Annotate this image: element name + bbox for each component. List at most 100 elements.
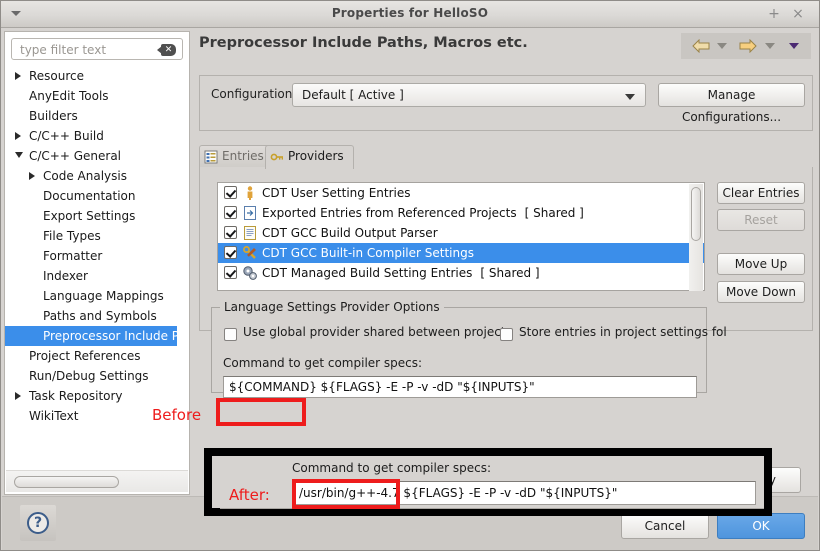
view-menu-chevron-down-icon[interactable] [789, 43, 799, 49]
language-settings-provider-options-group: Language Settings Provider Options Use g… [211, 300, 727, 398]
help-button[interactable]: ? [20, 505, 56, 541]
sidebar-item-label: Language Mappings [43, 289, 164, 303]
chevron-right-icon[interactable] [15, 72, 21, 80]
providers-scrollbar[interactable] [689, 184, 703, 291]
filter-input[interactable]: type filter text ✕ [11, 38, 183, 60]
sidebar-item-label: Project References [29, 349, 141, 363]
provider-checkbox[interactable] [224, 266, 237, 279]
sidebar-item-label: Documentation [43, 189, 136, 203]
provider-shared-badge: [ Shared ] [524, 206, 584, 220]
clear-filter-icon[interactable]: ✕ [157, 44, 176, 56]
sidebar-item-label: Task Repository [29, 389, 123, 403]
configuration-dropdown[interactable]: Default [ Active ] [292, 83, 646, 107]
page-title: Preprocessor Include Paths, Macros etc. [199, 35, 528, 51]
sidebar-item-documentation[interactable]: Documentation [5, 186, 189, 206]
provider-name: CDT User Setting Entries [262, 186, 411, 200]
arrow-right-icon[interactable] [739, 39, 757, 53]
command-input-after[interactable]: /usr/bin/g++-4.7 ${FLAGS} -E -P -v -dD "… [292, 481, 756, 505]
sidebar-item-c-c-general[interactable]: C/C++ General [5, 146, 189, 166]
configuration-label: Configuration: [211, 87, 297, 101]
sidebar-item-paths-and-symbols[interactable]: Paths and Symbols [5, 306, 189, 326]
reset-button[interactable]: Reset [717, 209, 805, 231]
configuration-selected-value: Default [ Active ] [302, 88, 404, 102]
sidebar-item-file-types[interactable]: File Types [5, 226, 189, 246]
sidebar-item-formatter[interactable]: Formatter [5, 246, 189, 266]
chevron-down-icon[interactable] [15, 152, 23, 158]
tree-scroll-thumb[interactable] [14, 476, 119, 488]
tab-entries[interactable]: Entries [199, 145, 274, 168]
sidebar-item-c-c-build[interactable]: C/C++ Build [5, 126, 189, 146]
providers-list[interactable]: CDT User Setting Entries Exported Entries… [217, 182, 705, 291]
after-annotation-label: After: [229, 486, 270, 504]
person-icon [242, 185, 258, 201]
sidebar-item-preprocessor-include-pat[interactable]: Preprocessor Include Pat [5, 326, 189, 346]
store-entries-checkbox[interactable] [500, 328, 513, 341]
providers-icon [270, 150, 284, 164]
question-mark-icon: ? [27, 512, 49, 534]
provider-name: CDT Managed Build Setting Entries [262, 266, 473, 280]
manage-configurations-button[interactable]: Manage Configurations... [658, 83, 805, 124]
close-button[interactable]: × [789, 5, 807, 23]
sidebar-item-anyedit-tools[interactable]: AnyEdit Tools [5, 86, 189, 106]
properties-dialog: Properties for HelloSO + × type filter t… [0, 0, 820, 551]
after-command-label: Command to get compiler specs: [292, 461, 492, 475]
page-nav-toolbar [681, 33, 811, 59]
sidebar-item-language-mappings[interactable]: Language Mappings [5, 286, 189, 306]
provider-row[interactable]: CDT Managed Build Setting Entries [ Share… [218, 263, 704, 283]
cancel-button[interactable]: Cancel [621, 513, 709, 539]
provider-checkbox[interactable] [224, 206, 237, 219]
move-down-button[interactable]: Move Down [717, 281, 805, 303]
command-to-get-compiler-specs-label: Command to get compiler specs: [223, 356, 423, 370]
provider-label: CDT Managed Build Setting Entries [ Share… [262, 263, 540, 283]
arrow-left-icon[interactable] [692, 39, 710, 53]
provider-label: Exported Entries from Referenced Project… [262, 203, 584, 223]
tab-providers[interactable]: Providers [265, 145, 354, 169]
sidebar-item-export-settings[interactable]: Export Settings [5, 206, 189, 226]
clear-entries-button[interactable]: Clear Entries [717, 182, 805, 204]
window-title: Properties for HelloSO [331, 6, 489, 20]
sidebar-item-label: C/C++ Build [29, 129, 104, 143]
sidebar-item-label: Builders [29, 109, 78, 123]
maximize-button[interactable]: + [765, 5, 783, 23]
provider-row[interactable]: CDT GCC Built-in Compiler Settings [218, 243, 704, 263]
sidebar-item-resource[interactable]: Resource [5, 66, 189, 86]
sidebar-item-label: File Types [43, 229, 101, 243]
providers-scroll-thumb[interactable] [691, 187, 701, 241]
use-global-provider-checkbox[interactable] [224, 328, 237, 341]
provider-label: CDT GCC Built-in Compiler Settings [262, 243, 474, 263]
tab-entries-label: Entries [222, 149, 264, 163]
provider-checkbox[interactable] [224, 226, 237, 239]
sidebar-item-task-repository[interactable]: Task Repository [5, 386, 189, 406]
tree-horizontal-scrollbar[interactable] [6, 470, 188, 492]
window-titlebar: Properties for HelloSO + × [1, 1, 819, 28]
provider-name: Exported Entries from Referenced Project… [262, 206, 517, 220]
chevron-down-icon [625, 94, 635, 100]
chevron-right-icon[interactable] [29, 172, 35, 180]
provider-row[interactable]: Exported Entries from Referenced Project… [218, 203, 704, 223]
configuration-group: Configuration: Default [ Active ] Manage… [199, 75, 813, 131]
provider-row[interactable]: CDT GCC Build Output Parser [218, 223, 704, 243]
after-group-divider [220, 508, 764, 509]
sidebar-item-code-analysis[interactable]: Code Analysis [5, 166, 189, 186]
sidebar-item-indexer[interactable]: Indexer [5, 266, 189, 286]
sidebar-item-label: Run/Debug Settings [29, 369, 149, 383]
sidebar-item-label: Paths and Symbols [43, 309, 157, 323]
move-up-button[interactable]: Move Up [717, 253, 805, 275]
after-annotation-overlay: After: Command to get compiler specs: /u… [204, 448, 772, 516]
provider-checkbox[interactable] [224, 186, 237, 199]
back-history-chevron-down-icon[interactable] [717, 43, 727, 49]
provider-row[interactable]: CDT User Setting Entries [218, 183, 704, 203]
sidebar-item-label: Indexer [43, 269, 88, 283]
sidebar-item-run-debug-settings[interactable]: Run/Debug Settings [5, 366, 189, 386]
forward-history-chevron-down-icon[interactable] [765, 43, 775, 49]
settings-tree[interactable]: Resource AnyEdit Tools Builders C/C++ Build… [5, 66, 189, 460]
chevron-right-icon[interactable] [15, 132, 21, 140]
sidebar-item-project-references[interactable]: Project References [5, 346, 189, 366]
before-highlight-rectangle [216, 398, 306, 426]
ok-button[interactable]: OK [717, 513, 805, 539]
command-input-before[interactable]: ${COMMAND} ${FLAGS} -E -P -v -dD "${INPU… [223, 376, 697, 398]
provider-name: CDT GCC Build Output Parser [262, 226, 438, 240]
sidebar-item-builders[interactable]: Builders [5, 106, 189, 126]
provider-checkbox[interactable] [224, 246, 237, 259]
chevron-right-icon[interactable] [15, 392, 21, 400]
